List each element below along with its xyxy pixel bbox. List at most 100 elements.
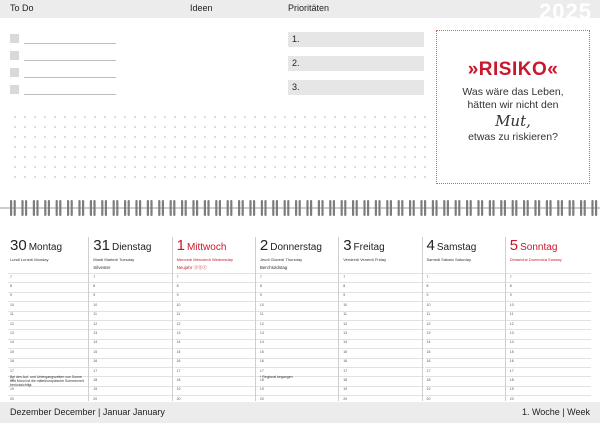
hour-line[interactable]	[424, 338, 508, 340]
todo-line[interactable]	[24, 43, 116, 44]
hour-line[interactable]	[8, 282, 91, 284]
hour-line[interactable]	[507, 291, 591, 293]
todo-checkbox[interactable]	[10, 34, 19, 43]
hour-line[interactable]	[507, 282, 591, 284]
hour-line[interactable]	[507, 367, 591, 368]
hour-line[interactable]	[174, 291, 258, 293]
hour-line[interactable]	[91, 357, 175, 359]
hour-line[interactable]	[8, 320, 91, 321]
todo-checkbox[interactable]	[10, 68, 19, 77]
hour-line[interactable]	[424, 291, 508, 293]
hour-line[interactable]	[8, 291, 91, 293]
hour-line[interactable]	[341, 395, 425, 397]
hour-line[interactable]	[507, 338, 591, 340]
hour-line[interactable]	[91, 329, 175, 331]
todo-item[interactable]	[10, 67, 116, 79]
hour-line[interactable]	[257, 367, 341, 368]
hour-line[interactable]	[507, 385, 591, 387]
hour-line[interactable]	[341, 367, 425, 368]
hour-line[interactable]	[341, 291, 425, 293]
hour-line[interactable]	[424, 376, 508, 378]
hour-line[interactable]	[8, 338, 91, 340]
hour-line[interactable]	[507, 329, 591, 331]
hour-line[interactable]	[174, 273, 258, 274]
hour-line[interactable]	[341, 329, 425, 331]
day-column[interactable]: 2 Donnerstag Jeudi Giovedì Thursday Berchto…	[257, 237, 341, 401]
hour-line[interactable]	[91, 385, 175, 387]
hour-line[interactable]	[424, 310, 508, 312]
hour-line[interactable]	[91, 291, 175, 293]
hour-line[interactable]	[257, 273, 341, 274]
hour-line[interactable]	[424, 329, 508, 331]
hour-line[interactable]	[91, 301, 175, 303]
hour-line[interactable]	[424, 357, 508, 359]
hour-line[interactable]	[257, 329, 341, 331]
priority-field[interactable]: 3.	[288, 80, 424, 95]
day-column[interactable]: 30 Montag Lundi Lunedì Monday 7 8 9 10 11 12 13 14…	[8, 237, 91, 401]
todo-checkbox[interactable]	[10, 85, 19, 94]
hour-line[interactable]	[174, 282, 258, 284]
hour-line[interactable]	[507, 310, 591, 312]
hour-line[interactable]	[174, 376, 258, 378]
hour-line[interactable]	[257, 320, 341, 321]
hour-line[interactable]	[341, 385, 425, 387]
hour-line[interactable]	[257, 291, 341, 293]
hour-line[interactable]	[507, 348, 591, 350]
hour-line[interactable]	[8, 348, 91, 350]
hour-line[interactable]	[174, 395, 258, 397]
hour-line[interactable]	[174, 320, 258, 321]
hour-line[interactable]	[341, 357, 425, 359]
hour-line[interactable]	[507, 376, 591, 378]
hour-line[interactable]	[257, 310, 341, 312]
hour-line[interactable]	[424, 320, 508, 321]
todo-line[interactable]	[24, 60, 116, 61]
hour-line[interactable]	[257, 395, 341, 397]
hour-line[interactable]	[174, 348, 258, 350]
day-column[interactable]: 3 Freitag Vendredi Venerdì Friday 7 8 9 10 11 12…	[341, 237, 425, 401]
hour-line[interactable]	[174, 301, 258, 303]
hour-line[interactable]	[91, 348, 175, 350]
todo-checkbox[interactable]	[10, 51, 19, 60]
hour-line[interactable]	[424, 273, 508, 274]
hour-line[interactable]	[424, 367, 508, 368]
todo-item[interactable]	[10, 84, 116, 96]
hour-line[interactable]	[8, 329, 91, 331]
todo-item[interactable]	[10, 50, 116, 62]
hour-line[interactable]	[507, 395, 591, 397]
hour-line[interactable]	[507, 357, 591, 359]
hour-line[interactable]	[8, 357, 91, 359]
hour-line[interactable]	[341, 310, 425, 312]
hour-line[interactable]	[507, 273, 591, 274]
todo-line[interactable]	[24, 77, 116, 78]
hour-line[interactable]	[8, 367, 91, 368]
hour-line[interactable]	[174, 357, 258, 359]
hour-line[interactable]	[341, 348, 425, 350]
hour-line[interactable]	[424, 301, 508, 303]
hour-line[interactable]	[174, 367, 258, 368]
hour-line[interactable]	[91, 320, 175, 321]
hour-line[interactable]	[8, 395, 91, 397]
hour-line[interactable]	[341, 320, 425, 321]
hour-line[interactable]	[341, 338, 425, 340]
hour-line[interactable]	[91, 395, 175, 397]
hour-line[interactable]	[91, 376, 175, 378]
hour-line[interactable]	[257, 282, 341, 284]
hour-line[interactable]	[8, 310, 91, 312]
hour-line[interactable]	[91, 273, 175, 274]
hour-line[interactable]	[424, 348, 508, 350]
hour-line[interactable]	[424, 385, 508, 387]
day-column[interactable]: 31 Dienstag Mardi Martedì Tuesday Silvester…	[91, 237, 175, 401]
hour-line[interactable]	[174, 385, 258, 387]
hour-line[interactable]	[341, 273, 425, 274]
day-column[interactable]: 4 Samstag Samedi Sabato Saturday 7 8 9 10 11 12 1…	[424, 237, 508, 401]
hour-line[interactable]	[257, 338, 341, 340]
priority-field[interactable]: 2.	[288, 56, 424, 71]
hour-line[interactable]	[507, 301, 591, 303]
hour-line[interactable]	[257, 357, 341, 359]
hour-line[interactable]	[8, 273, 91, 274]
hour-line[interactable]	[91, 310, 175, 312]
day-column[interactable]: 1 Mittwoch Mercredi Mercoledì Wednesday Neu…	[174, 237, 258, 401]
hour-line[interactable]	[341, 282, 425, 284]
hour-line[interactable]	[341, 376, 425, 378]
hour-line[interactable]	[91, 367, 175, 368]
